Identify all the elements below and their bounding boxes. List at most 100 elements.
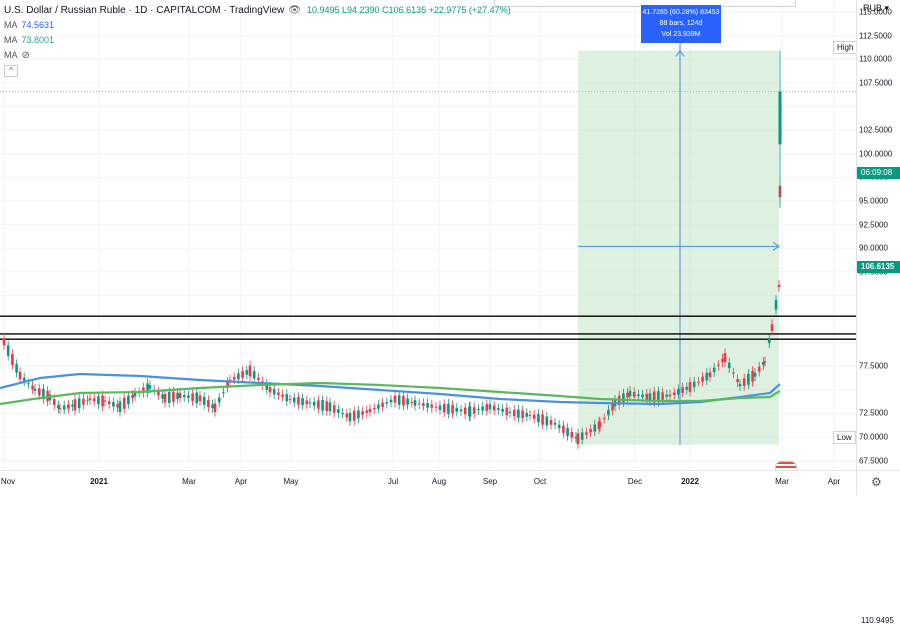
price-tick-14: 67.5000 (859, 456, 888, 466)
candle-body-33 (127, 395, 130, 405)
candle-body-132 (517, 409, 520, 418)
candle-body-0 (2, 338, 6, 346)
candle-body-118 (463, 407, 467, 415)
measure-change: 41.7265 (60.28%) 83453 (642, 9, 720, 16)
candle-body-185 (723, 353, 727, 363)
candle-body-55 (211, 404, 214, 409)
candle-body-63 (241, 371, 244, 378)
candle-body-84 (325, 401, 329, 412)
candle-body-101 (393, 395, 397, 403)
candle-body-189 (738, 383, 742, 387)
time-axis[interactable]: Nov 2021 Mar Apr May Jul Aug Sep Oct Dec 2022 Mar Ap… (0, 470, 856, 495)
candle-body-175 (685, 386, 689, 390)
candle-body-196 (763, 361, 767, 363)
candle-body-77 (297, 397, 300, 405)
candle-body-83 (321, 400, 324, 411)
time-label-7: Sep (482, 477, 498, 486)
candle-body-183 (717, 364, 720, 366)
candle-body-149 (585, 432, 588, 435)
candle-body-179 (701, 376, 704, 382)
candle-body-98 (381, 402, 384, 407)
candle-body-187 (732, 372, 735, 374)
time-label-3: Apr (234, 477, 248, 486)
candle-body-128 (501, 408, 504, 412)
candle-body-100 (389, 399, 393, 403)
candle-body-49 (187, 395, 190, 398)
candle-body-134 (525, 412, 529, 417)
candle-body-15 (58, 408, 62, 410)
candle-body-96 (372, 407, 376, 410)
candle-body-190 (742, 378, 746, 386)
candle-body-42 (161, 394, 164, 399)
time-label-6: Aug (431, 477, 447, 486)
price-tick-3: 107.5000 (859, 78, 893, 88)
candle-body-64 (245, 370, 249, 375)
candle-body-142 (557, 424, 561, 429)
candle-body-97 (377, 404, 380, 409)
candle-body-126 (492, 405, 496, 411)
countdown-label: 06:09:08 (857, 166, 900, 179)
ma2-value: 73.8001 (21, 35, 55, 45)
symbol-title[interactable]: U.S. Dollar / Russian Ruble · 1D · CAPIT… (4, 3, 284, 18)
price-tick-2: 110.0000 (859, 54, 892, 64)
candle-body-27 (103, 400, 107, 402)
candle-body-191 (747, 373, 750, 385)
candle-body-82 (317, 400, 320, 409)
candle-body-75 (288, 399, 292, 401)
candle-body-162 (632, 392, 636, 397)
candle-body-144 (566, 428, 569, 437)
candle-body-173 (677, 389, 680, 395)
candle-body-54 (207, 399, 210, 408)
candle-body-122 (477, 408, 480, 411)
price-axis[interactable]: RUB ▾ 115.0000 112.5000 110.0000 107.5000 10… (856, 0, 900, 627)
candle-body-48 (182, 394, 186, 398)
candle-body-61 (232, 377, 236, 380)
axis-settings[interactable]: ⚙ (856, 470, 900, 495)
chart-area[interactable]: U.S. Dollar / Russian Ruble · 1D · CAPIT… (0, 0, 858, 474)
time-label-1: 2021 (90, 477, 108, 486)
candle-body-112 (438, 405, 442, 410)
candle-body-51 (195, 392, 199, 404)
current-price-label: 106.6135 (857, 261, 900, 274)
candle-body-14 (57, 405, 60, 409)
candle-body-88 (341, 412, 344, 414)
price-tick-11: 77.5000 (859, 361, 888, 371)
candle-body-120 (468, 406, 472, 417)
candle-body-160 (626, 392, 629, 398)
ma1-name[interactable]: MA (4, 18, 18, 33)
gear-icon[interactable]: ⚙ (871, 475, 882, 489)
candle-body-57 (217, 397, 221, 403)
candle-body-169 (661, 392, 664, 400)
collapse-legend-button[interactable]: ^ (4, 64, 18, 77)
candle-body-32 (122, 397, 126, 409)
ma1-value: 74.5631 (21, 20, 55, 30)
ma3-name[interactable]: MA (4, 48, 18, 63)
candle-body-172 (672, 392, 676, 395)
candle-body-25 (97, 396, 100, 405)
candle-body-125 (488, 404, 492, 410)
candle-body-72 (277, 392, 280, 396)
candle-body-115 (451, 405, 454, 414)
candle-body-103 (402, 396, 405, 406)
candle-body-92 (357, 410, 360, 419)
candle-body-124 (485, 404, 489, 411)
candle-body-110 (430, 404, 434, 408)
candle-body-95 (368, 408, 372, 413)
candle-body-195 (762, 361, 765, 366)
ma2-name[interactable]: MA (4, 33, 18, 48)
candle-body-91 (352, 410, 356, 421)
candle-body-129 (505, 407, 509, 416)
candle-body-137 (537, 413, 540, 423)
eye-icon[interactable]: 👁 (288, 3, 301, 18)
candle-body-131 (512, 410, 516, 417)
candle-body-171 (668, 394, 672, 397)
candle-body-140 (549, 420, 553, 425)
candle-body-87 (337, 409, 340, 414)
candle-body-74 (285, 394, 289, 402)
candle-body-133 (521, 410, 524, 418)
eye-off-icon[interactable]: ⊘ (22, 48, 30, 63)
candle-body-174 (681, 387, 684, 393)
candle-body-1 (6, 345, 10, 356)
candle-body-200 (777, 284, 781, 288)
price-tick-5: 100.0000 (859, 149, 893, 159)
